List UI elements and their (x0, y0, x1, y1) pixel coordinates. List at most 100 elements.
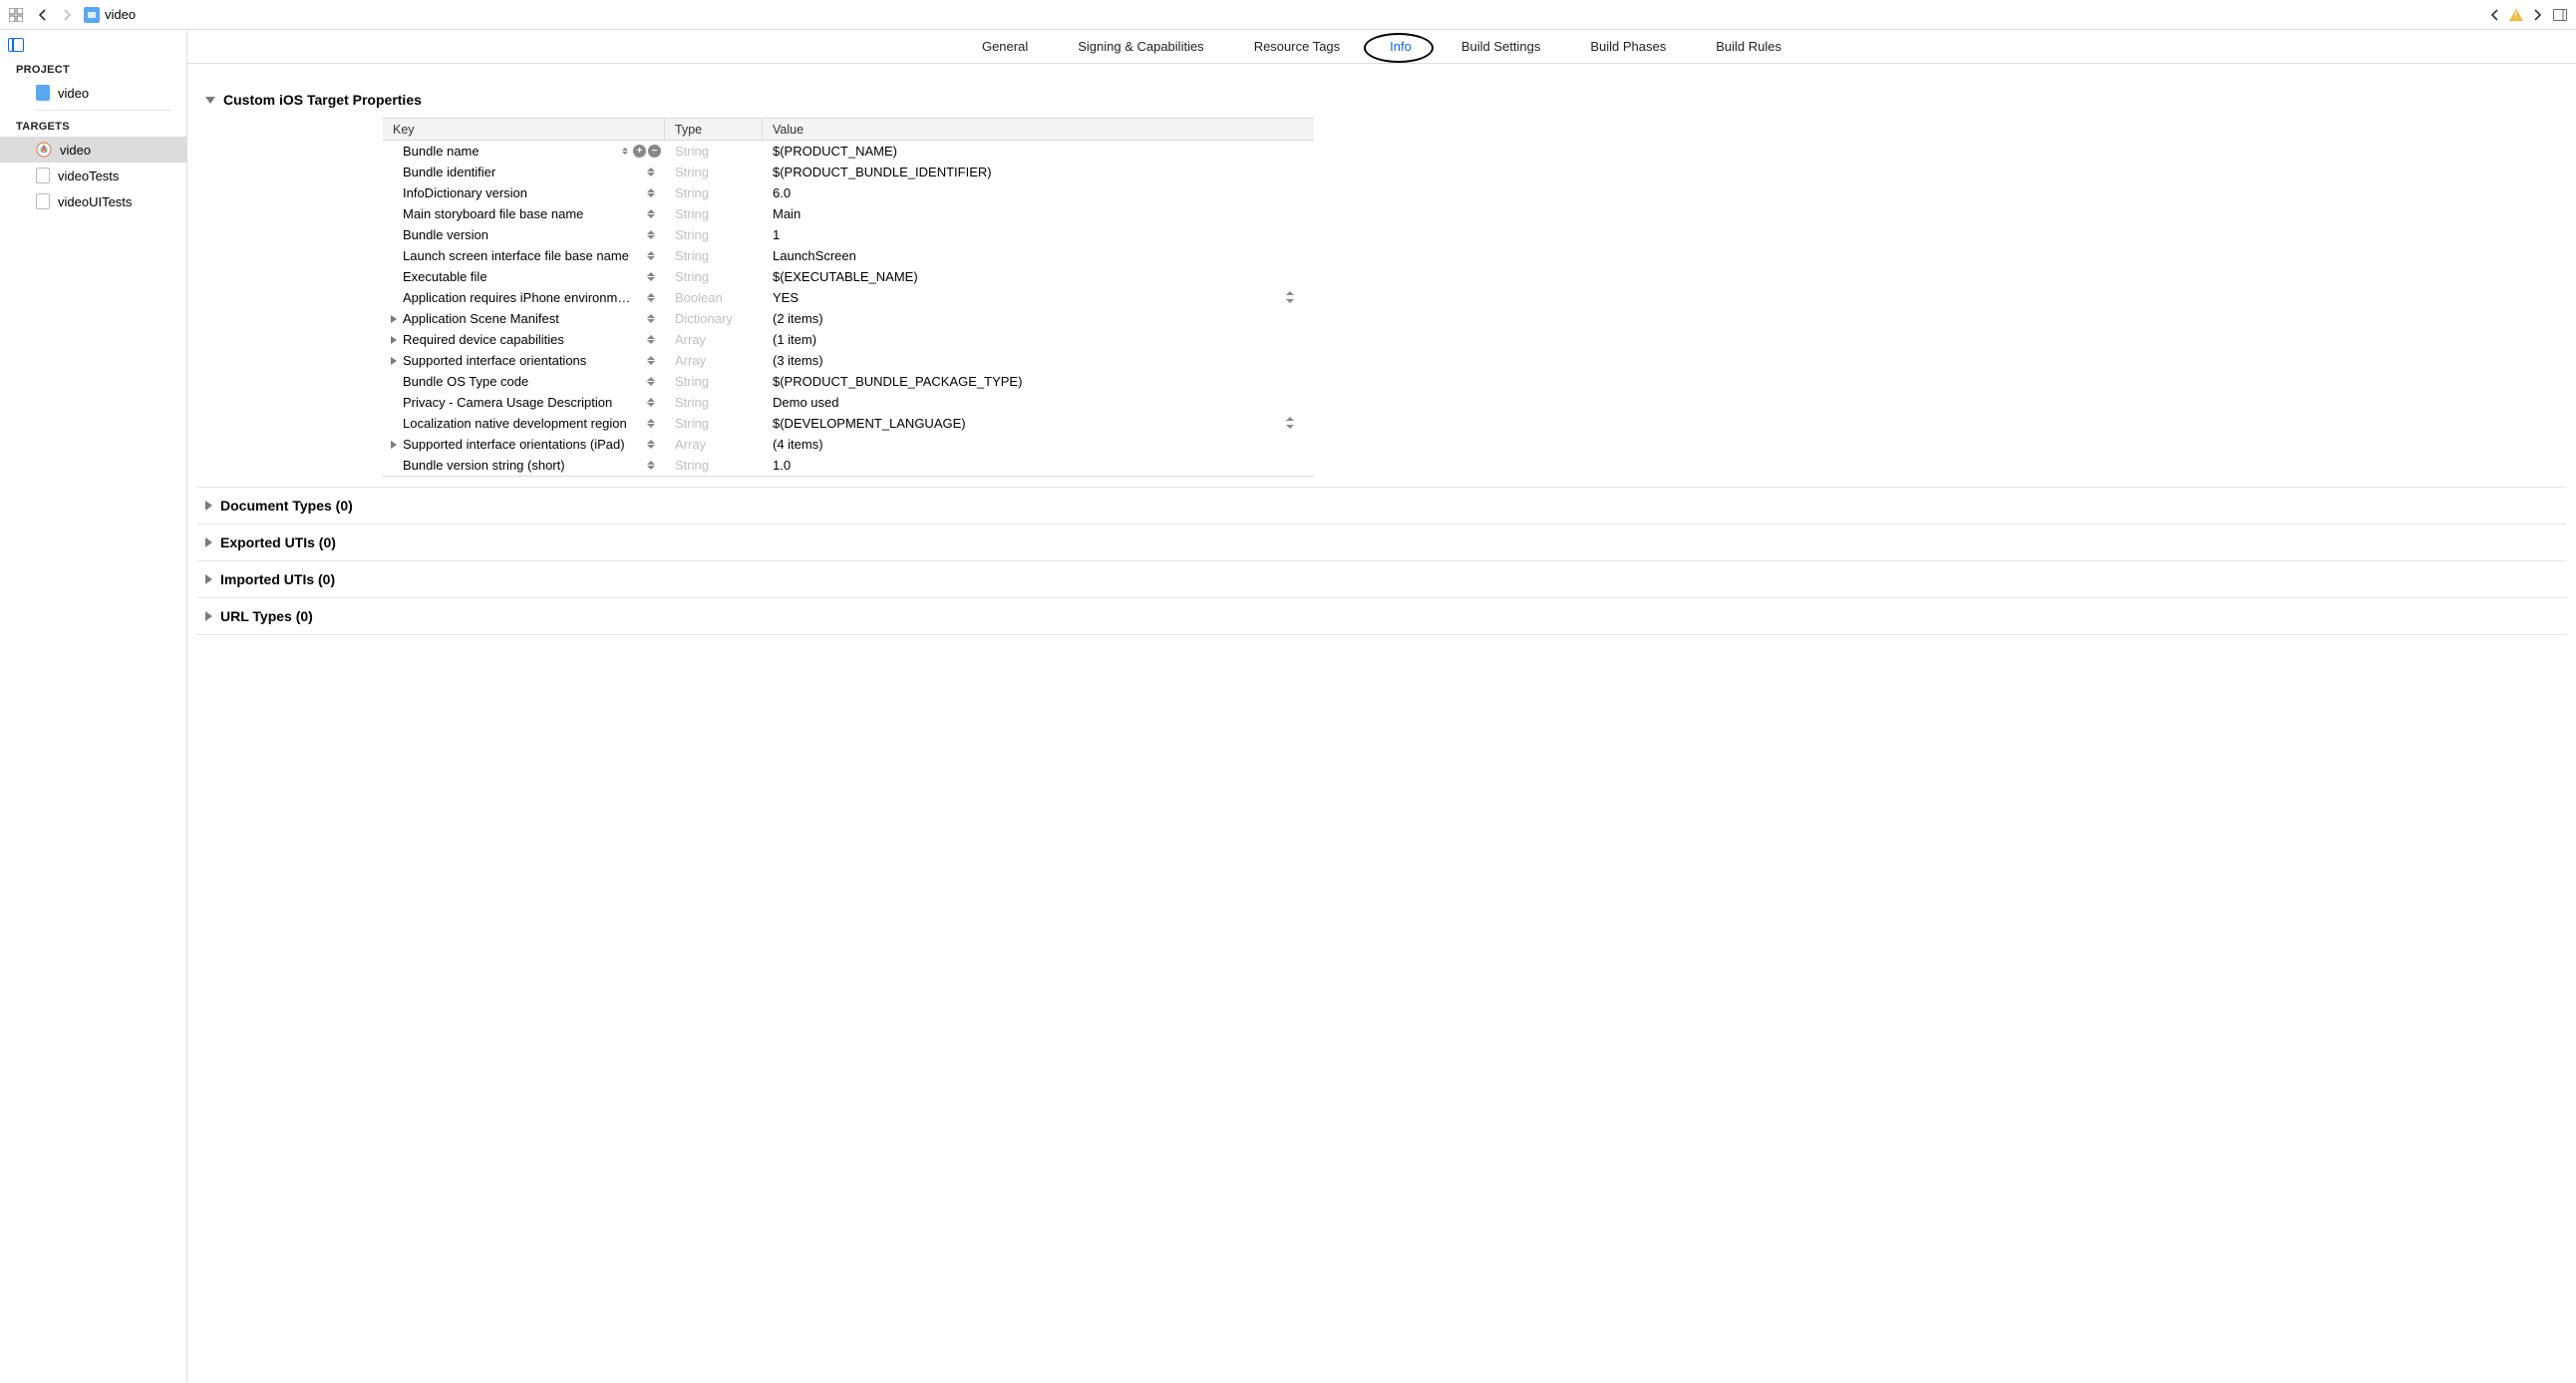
plist-row[interactable]: Bundle OS Type codeString$(PRODUCT_BUNDL… (383, 371, 1314, 392)
test-bundle-icon (36, 193, 50, 209)
section-imported-utis[interactable]: Imported UTIs (0) (197, 571, 2566, 587)
column-header-key[interactable]: Key (383, 119, 665, 140)
plist-value[interactable]: $(DEVELOPMENT_LANGUAGE) (763, 416, 1314, 431)
tab-signing[interactable]: Signing & Capabilities (1074, 31, 1207, 62)
plist-row[interactable]: Main storyboard file base nameStringMain (383, 203, 1314, 224)
nav-back-icon[interactable] (32, 5, 52, 25)
plist-key: Supported interface orientations (iPad) (403, 437, 625, 452)
plist-value[interactable]: Demo used (763, 395, 1314, 410)
stepper-icon[interactable] (647, 438, 659, 452)
plist-type: Boolean (665, 290, 763, 305)
warning-icon[interactable] (2506, 5, 2526, 25)
panel-right-icon[interactable] (2550, 5, 2570, 25)
column-header-value[interactable]: Value (763, 119, 1314, 140)
plist-type: String (665, 227, 763, 242)
plist-value[interactable]: (3 items) (763, 353, 1314, 368)
plist-type: String (665, 269, 763, 284)
plist-row[interactable]: Application Scene ManifestDictionary(2 i… (383, 308, 1314, 329)
plist-value[interactable]: 6.0 (763, 185, 1314, 200)
stepper-icon[interactable] (647, 166, 659, 179)
stepper-icon[interactable] (1284, 290, 1296, 304)
stepper-icon[interactable] (647, 228, 659, 242)
disclosure-right-icon[interactable] (391, 441, 397, 449)
tab-resource-tags[interactable]: Resource Tags (1250, 31, 1344, 62)
plist-value[interactable]: (2 items) (763, 311, 1314, 326)
plist-value[interactable]: $(EXECUTABLE_NAME) (763, 269, 1314, 284)
tab-build-phases[interactable]: Build Phases (1586, 31, 1670, 62)
stepper-icon[interactable] (647, 396, 659, 410)
plist-type: Array (665, 353, 763, 368)
stepper-icon[interactable] (647, 249, 659, 263)
stepper-icon[interactable] (647, 291, 659, 305)
plist-value[interactable]: Main (763, 206, 1314, 221)
sidebar-target-video[interactable]: video (0, 137, 186, 163)
remove-icon[interactable]: − (648, 145, 661, 158)
plist-value[interactable]: YES (763, 290, 1314, 305)
plist-row[interactable]: Executable fileString$(EXECUTABLE_NAME) (383, 266, 1314, 287)
section-exported-utis[interactable]: Exported UTIs (0) (197, 534, 2566, 550)
plist-type: String (665, 206, 763, 221)
tab-info[interactable]: Info (1386, 31, 1416, 62)
panel-left-icon[interactable] (8, 38, 24, 52)
plist-value[interactable]: (4 items) (763, 437, 1314, 452)
tab-general[interactable]: General (978, 31, 1032, 62)
plist-type: String (665, 416, 763, 431)
plist-key: Bundle name (403, 144, 480, 159)
issues-back-icon[interactable] (2484, 5, 2504, 25)
plist-row[interactable]: Bundle name+−String$(PRODUCT_NAME) (383, 141, 1314, 162)
sidebar-target-videouitests[interactable]: videoUITests (0, 188, 186, 214)
plist-row[interactable]: Bundle identifierString$(PRODUCT_BUNDLE_… (383, 162, 1314, 182)
plist-value[interactable]: $(PRODUCT_BUNDLE_IDENTIFIER) (763, 165, 1314, 179)
section-url-types[interactable]: URL Types (0) (197, 608, 2566, 624)
stepper-icon[interactable] (647, 459, 659, 473)
plist-value[interactable]: LaunchScreen (763, 248, 1314, 263)
stepper-icon[interactable] (647, 375, 659, 389)
plist-row[interactable]: Localization native development regionSt… (383, 413, 1314, 434)
plist-key: Application requires iPhone environm… (403, 290, 630, 305)
plist-value[interactable]: $(PRODUCT_NAME) (763, 144, 1314, 159)
plist-row[interactable]: Application requires iPhone environm… Boo… (383, 287, 1314, 308)
disclosure-right-icon[interactable] (391, 357, 397, 365)
issues-forward-icon[interactable] (2528, 5, 2548, 25)
stepper-icon[interactable] (647, 417, 659, 431)
disclosure-right-icon[interactable] (391, 315, 397, 323)
plist-row[interactable]: Supported interface orientations (iPad) A… (383, 434, 1314, 455)
sidebar-target-videotests[interactable]: videoTests (0, 163, 186, 188)
plist-value[interactable]: 1.0 (763, 458, 1314, 473)
project-file-icon (84, 7, 100, 23)
breadcrumb[interactable]: video (84, 7, 136, 23)
plist-row[interactable]: Bundle version string (short)String1.0 (383, 455, 1314, 476)
plist-value[interactable]: (1 item) (763, 332, 1314, 347)
stepper-icon[interactable] (647, 207, 659, 221)
column-header-type[interactable]: Type (665, 119, 763, 140)
plist-key: Bundle OS Type code (403, 374, 528, 389)
plist-value[interactable]: $(PRODUCT_BUNDLE_PACKAGE_TYPE) (763, 374, 1314, 389)
plist-row[interactable]: Privacy - Camera Usage DescriptionString… (383, 392, 1314, 413)
plist-value[interactable]: 1 (763, 227, 1314, 242)
section-custom-properties[interactable]: Custom iOS Target Properties (197, 92, 2566, 108)
stepper-icon[interactable] (1284, 416, 1296, 430)
plist-row[interactable]: Supported interface orientations Array(3 … (383, 350, 1314, 371)
plist-row[interactable]: Launch screen interface file base nameSt… (383, 245, 1314, 266)
plist-type: String (665, 248, 763, 263)
stepper-icon[interactable] (647, 186, 659, 200)
stepper-icon[interactable] (647, 354, 659, 368)
stepper-icon[interactable] (618, 145, 631, 158)
disclosure-right-icon[interactable] (391, 336, 397, 344)
stepper-icon[interactable] (647, 270, 659, 284)
plist-key: Supported interface orientations (403, 353, 586, 368)
related-items-icon[interactable] (6, 5, 26, 25)
plist-type: Array (665, 437, 763, 452)
plist-row[interactable]: Required device capabilitiesArray(1 item… (383, 329, 1314, 350)
nav-forward-icon[interactable] (58, 5, 78, 25)
stepper-icon[interactable] (647, 333, 659, 347)
tab-build-settings[interactable]: Build Settings (1457, 31, 1545, 62)
plist-row[interactable]: InfoDictionary versionString6.0 (383, 182, 1314, 203)
sidebar-project-item[interactable]: video (0, 80, 186, 106)
tab-build-rules[interactable]: Build Rules (1712, 31, 1785, 62)
sidebar-item-label: video (60, 143, 91, 158)
stepper-icon[interactable] (647, 312, 659, 326)
add-icon[interactable]: + (633, 145, 646, 158)
plist-row[interactable]: Bundle versionString1 (383, 224, 1314, 245)
section-document-types[interactable]: Document Types (0) (197, 498, 2566, 514)
